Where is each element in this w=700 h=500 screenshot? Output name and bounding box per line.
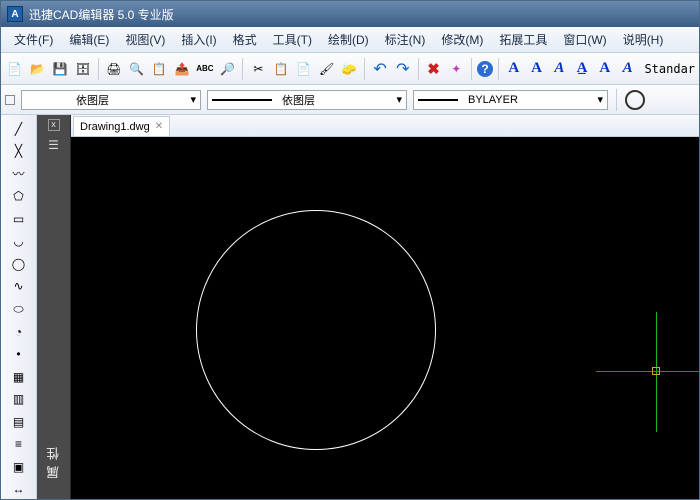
cancel-icon[interactable]: ✖ <box>424 59 444 79</box>
region-tool-icon[interactable]: ▥ <box>8 389 30 409</box>
mtext-tool-icon[interactable]: ≡ <box>8 434 30 454</box>
new-icon[interactable]: 📄 <box>5 59 25 79</box>
separator <box>498 58 499 80</box>
chevron-down-icon: ▾ <box>396 93 402 106</box>
text-style-label: Standar <box>644 62 695 76</box>
canvas-area: Drawing1.dwg ✕ <box>71 115 699 499</box>
point-tool-icon[interactable]: • <box>8 344 30 364</box>
rect-tool-icon[interactable]: ▭ <box>8 209 30 229</box>
publish-icon[interactable]: 📤 <box>172 59 192 79</box>
document-tabstrip: Drawing1.dwg ✕ <box>71 115 699 137</box>
layer-combo-label: 依图层 <box>76 92 109 108</box>
purge-icon[interactable]: ✦ <box>446 59 466 79</box>
table-tool-icon[interactable]: ▤ <box>8 412 30 432</box>
menu-dimension[interactable]: 标注(N) <box>378 28 433 51</box>
save-icon[interactable]: 💾 <box>51 59 71 79</box>
menu-modify[interactable]: 修改(M) <box>434 28 490 51</box>
crosshair-horizontal <box>596 371 699 372</box>
work-area: ╱ ╳ 〰 ⬠ ▭ ◡ ◯ ∿ ⬭ ◔ • ▦ ▥ ▤ ≡ ▣ ↔ x ☰ 属性 <box>1 115 699 499</box>
linetype-combo[interactable]: 依图层 ▾ <box>207 90 407 110</box>
menu-bar: 文件(F) 编辑(E) 视图(V) 插入(I) 格式 工具(T) 绘制(D) 标… <box>1 27 699 53</box>
circle-swatch-icon[interactable] <box>625 90 645 110</box>
redo-icon[interactable]: ↷ <box>393 59 413 79</box>
title-bar[interactable]: A 迅捷CAD编辑器 5.0 专业版 <box>1 1 699 27</box>
color-swatch[interactable] <box>5 95 15 105</box>
hatch-tool-icon[interactable]: ▦ <box>8 367 30 387</box>
menu-draw[interactable]: 绘制(D) <box>321 28 376 51</box>
lineweight-combo-label: BYLAYER <box>468 94 518 106</box>
text-style-a3-icon[interactable]: A <box>549 59 569 79</box>
menu-window[interactable]: 窗口(W) <box>556 28 613 51</box>
menu-view[interactable]: 视图(V) <box>118 28 172 51</box>
panel-title: 属性 <box>44 441 63 479</box>
document-tab[interactable]: Drawing1.dwg ✕ <box>73 116 170 136</box>
drawn-circle[interactable] <box>196 210 436 450</box>
standard-toolbar: 📄 📂 💾 🗄 🖨 🔍 📋 📤 ABC 🔎 ✂ 📋 📄 🖌 🧽 ↶ ↷ ✖ ✦ … <box>1 53 699 85</box>
draw-toolbar: ╱ ╳ 〰 ⬠ ▭ ◡ ◯ ∿ ⬭ ◔ • ▦ ▥ ▤ ≡ ▣ ↔ <box>1 115 37 499</box>
separator <box>364 58 365 80</box>
linetype-combo-label: 依图层 <box>282 92 315 108</box>
print-icon[interactable]: 🖨 <box>104 59 124 79</box>
crosshair-pickbox <box>652 367 660 375</box>
tab-close-icon[interactable]: ✕ <box>155 121 163 132</box>
chevron-down-icon: ▾ <box>190 93 196 106</box>
separator <box>471 58 472 80</box>
properties-panel: x ☰ 属性 <box>37 115 71 499</box>
preview-icon[interactable]: 🔍 <box>127 59 147 79</box>
menu-help[interactable]: 说明(H) <box>616 28 671 51</box>
layer-combo[interactable]: 依图层 ▾ <box>21 90 201 110</box>
spline-tool-icon[interactable]: ∿ <box>8 277 30 297</box>
erase-icon[interactable]: 🧽 <box>339 59 359 79</box>
help-icon[interactable]: ? <box>477 61 493 77</box>
text-style-a6-icon[interactable]: A <box>618 59 638 79</box>
menu-ext[interactable]: 拓展工具 <box>492 28 554 51</box>
text-style-a5-icon[interactable]: A <box>595 59 615 79</box>
app-logo-icon: A <box>7 6 23 22</box>
layer-toolbar: 依图层 ▾ 依图层 ▾ BYLAYER ▾ <box>1 85 699 115</box>
separator <box>242 58 243 80</box>
earc-tool-icon[interactable]: ◔ <box>8 322 30 342</box>
separator <box>98 58 99 80</box>
menu-insert[interactable]: 插入(I) <box>174 28 223 51</box>
dim-tool-icon[interactable]: ↔ <box>8 480 30 500</box>
drawing-canvas[interactable] <box>71 137 699 499</box>
text-style-a4-icon[interactable]: A̲ <box>572 59 592 79</box>
menu-edit[interactable]: 编辑(E) <box>62 28 116 51</box>
lineweight-swatch <box>418 99 458 101</box>
saveall-icon[interactable]: 🗄 <box>73 59 93 79</box>
ellipse-tool-icon[interactable]: ⬭ <box>8 299 30 319</box>
find-icon[interactable]: 🔎 <box>218 59 238 79</box>
polygon-tool-icon[interactable]: ⬠ <box>8 187 30 207</box>
app-title: 迅捷CAD编辑器 5.0 专业版 <box>29 6 174 23</box>
match-icon[interactable]: 🖌 <box>317 59 337 79</box>
paste-icon[interactable]: 📄 <box>294 59 314 79</box>
arc-tool-icon[interactable]: ◡ <box>8 232 30 252</box>
circle-tool-icon[interactable]: ◯ <box>8 254 30 274</box>
app-window: A 迅捷CAD编辑器 5.0 专业版 文件(F) 编辑(E) 视图(V) 插入(… <box>0 0 700 500</box>
menu-file[interactable]: 文件(F) <box>7 28 60 51</box>
separator <box>616 89 617 111</box>
menu-format[interactable]: 格式 <box>226 28 264 51</box>
pline-tool-icon[interactable]: 〰 <box>8 164 30 184</box>
copy-icon[interactable]: 📋 <box>271 59 291 79</box>
text-style-a1-icon[interactable]: A <box>504 59 524 79</box>
undo-icon[interactable]: ↶ <box>370 59 390 79</box>
line-tool-icon[interactable]: ╱ <box>8 119 30 139</box>
text-style-a2-icon[interactable]: A <box>527 59 547 79</box>
open-icon[interactable]: 📂 <box>28 59 48 79</box>
block-tool-icon[interactable]: ▣ <box>8 457 30 477</box>
menu-tools[interactable]: 工具(T) <box>266 28 319 51</box>
separator <box>418 58 419 80</box>
document-tab-label: Drawing1.dwg <box>80 121 150 133</box>
plot-icon[interactable]: 📋 <box>149 59 169 79</box>
linetype-swatch <box>212 99 272 101</box>
lineweight-combo[interactable]: BYLAYER ▾ <box>413 90 608 110</box>
cut-icon[interactable]: ✂ <box>248 59 268 79</box>
panel-menu-icon[interactable]: ☰ <box>44 135 64 155</box>
panel-close-icon[interactable]: x <box>48 119 60 131</box>
chevron-down-icon: ▾ <box>597 93 603 106</box>
xline-tool-icon[interactable]: ╳ <box>8 142 30 162</box>
spell-icon[interactable]: ABC <box>195 59 215 79</box>
